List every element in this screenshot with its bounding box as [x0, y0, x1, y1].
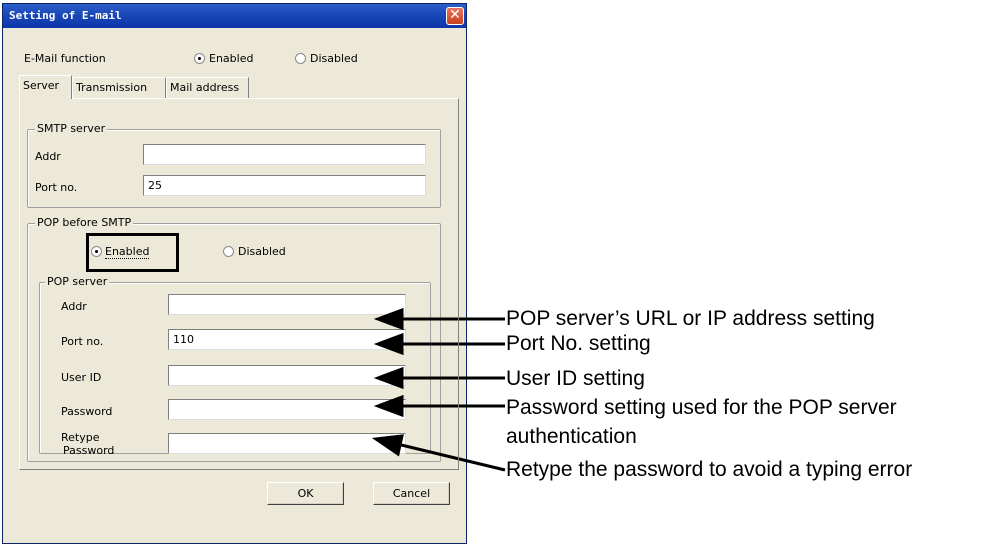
annotation-password-line2: authentication	[506, 425, 637, 448]
server-tab-panel	[19, 98, 459, 470]
annotation-retype: Retype the password to avoid a typing er…	[506, 458, 913, 481]
annotation-userid: User ID setting	[506, 367, 645, 390]
annotation-port: Port No. setting	[506, 332, 651, 355]
annotation-password-line1: Password setting used for the POP server	[506, 396, 897, 419]
tab-server[interactable]: Server	[19, 75, 72, 99]
annotation-addr: POP server’s URL or IP address setting	[506, 307, 875, 330]
